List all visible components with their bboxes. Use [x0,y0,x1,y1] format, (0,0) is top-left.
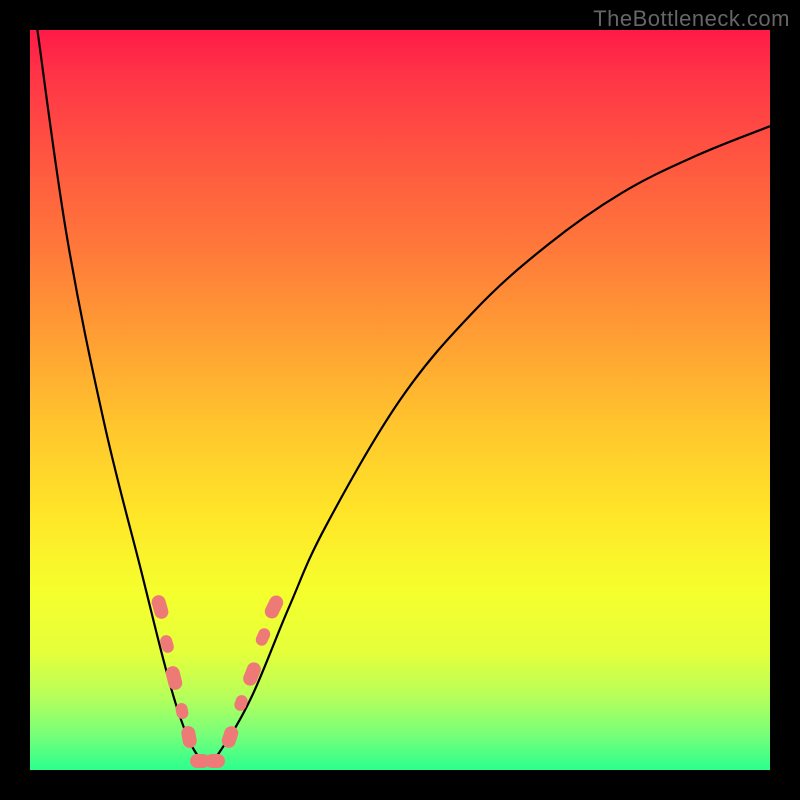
curve-marker [205,754,225,768]
bottleneck-curve [30,30,770,770]
watermark-text: TheBottleneck.com [593,6,790,32]
chart-canvas: TheBottleneck.com [0,0,800,800]
plot-area [30,30,770,770]
